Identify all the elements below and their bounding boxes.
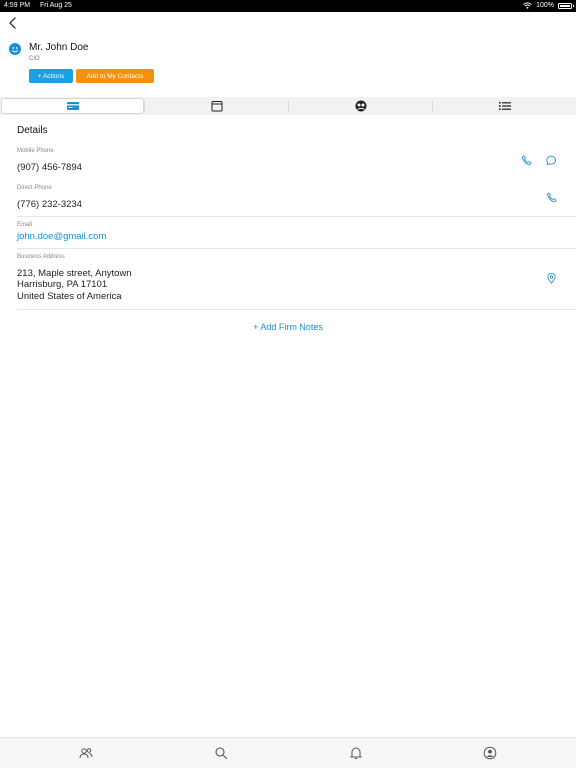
phone-icon[interactable] (521, 155, 532, 166)
contact-card-icon (66, 102, 79, 110)
battery-percent: 100% (536, 2, 554, 9)
status-bar: 4:59 PM Fri Aug 25 100% (0, 0, 576, 12)
tab-bar (0, 97, 576, 115)
email-label: Email (17, 222, 33, 228)
email-link[interactable]: john.doe@gmail.com (17, 231, 106, 243)
address-line-1: 213, Maple street, Anytown (17, 268, 132, 279)
wifi-icon (523, 2, 532, 9)
details-heading: Details (17, 125, 48, 136)
address-line-2: Harrisburg, PA 17101 (17, 279, 108, 290)
profile-icon[interactable] (483, 746, 497, 760)
tab-people[interactable] (289, 98, 432, 114)
tab-contact-card[interactable] (1, 98, 144, 114)
direct-phone-value: (776) 232-3234 (17, 199, 82, 210)
business-address-label: Business Address (17, 254, 65, 260)
divider (17, 309, 576, 310)
battery-icon (558, 2, 574, 9)
address-line-3: United States of America (17, 291, 122, 302)
status-date: Fri Aug 25 (40, 2, 72, 9)
message-icon[interactable] (546, 155, 557, 166)
contacts-icon[interactable] (79, 746, 93, 760)
calendar-icon (211, 101, 222, 112)
tab-list[interactable] (433, 98, 576, 114)
add-firm-notes-link[interactable]: + Add Firm Notes (0, 322, 576, 332)
mobile-phone-value: (907) 456-7894 (17, 162, 82, 173)
list-icon (498, 102, 511, 110)
add-to-contacts-button[interactable]: Add to My Contacts (76, 69, 154, 83)
mobile-phone-label: Mobile Phone (17, 148, 54, 154)
contact-avatar-icon (9, 43, 21, 55)
tab-calendar[interactable] (145, 98, 288, 114)
phone-icon[interactable] (546, 192, 557, 203)
contact-title: CIO (29, 56, 40, 62)
bell-icon[interactable] (349, 746, 363, 760)
actions-button[interactable]: + Actions (29, 69, 73, 83)
divider (17, 248, 576, 249)
divider (17, 216, 576, 217)
direct-phone-label: Direct Phone (17, 185, 52, 191)
status-time: 4:59 PM (4, 2, 31, 9)
search-icon[interactable] (214, 746, 228, 760)
back-chevron-icon[interactable] (6, 16, 20, 30)
contact-name: Mr. John Doe (29, 42, 89, 53)
bottom-nav (0, 737, 576, 768)
people-icon (355, 100, 366, 112)
map-pin-icon[interactable] (546, 273, 557, 284)
